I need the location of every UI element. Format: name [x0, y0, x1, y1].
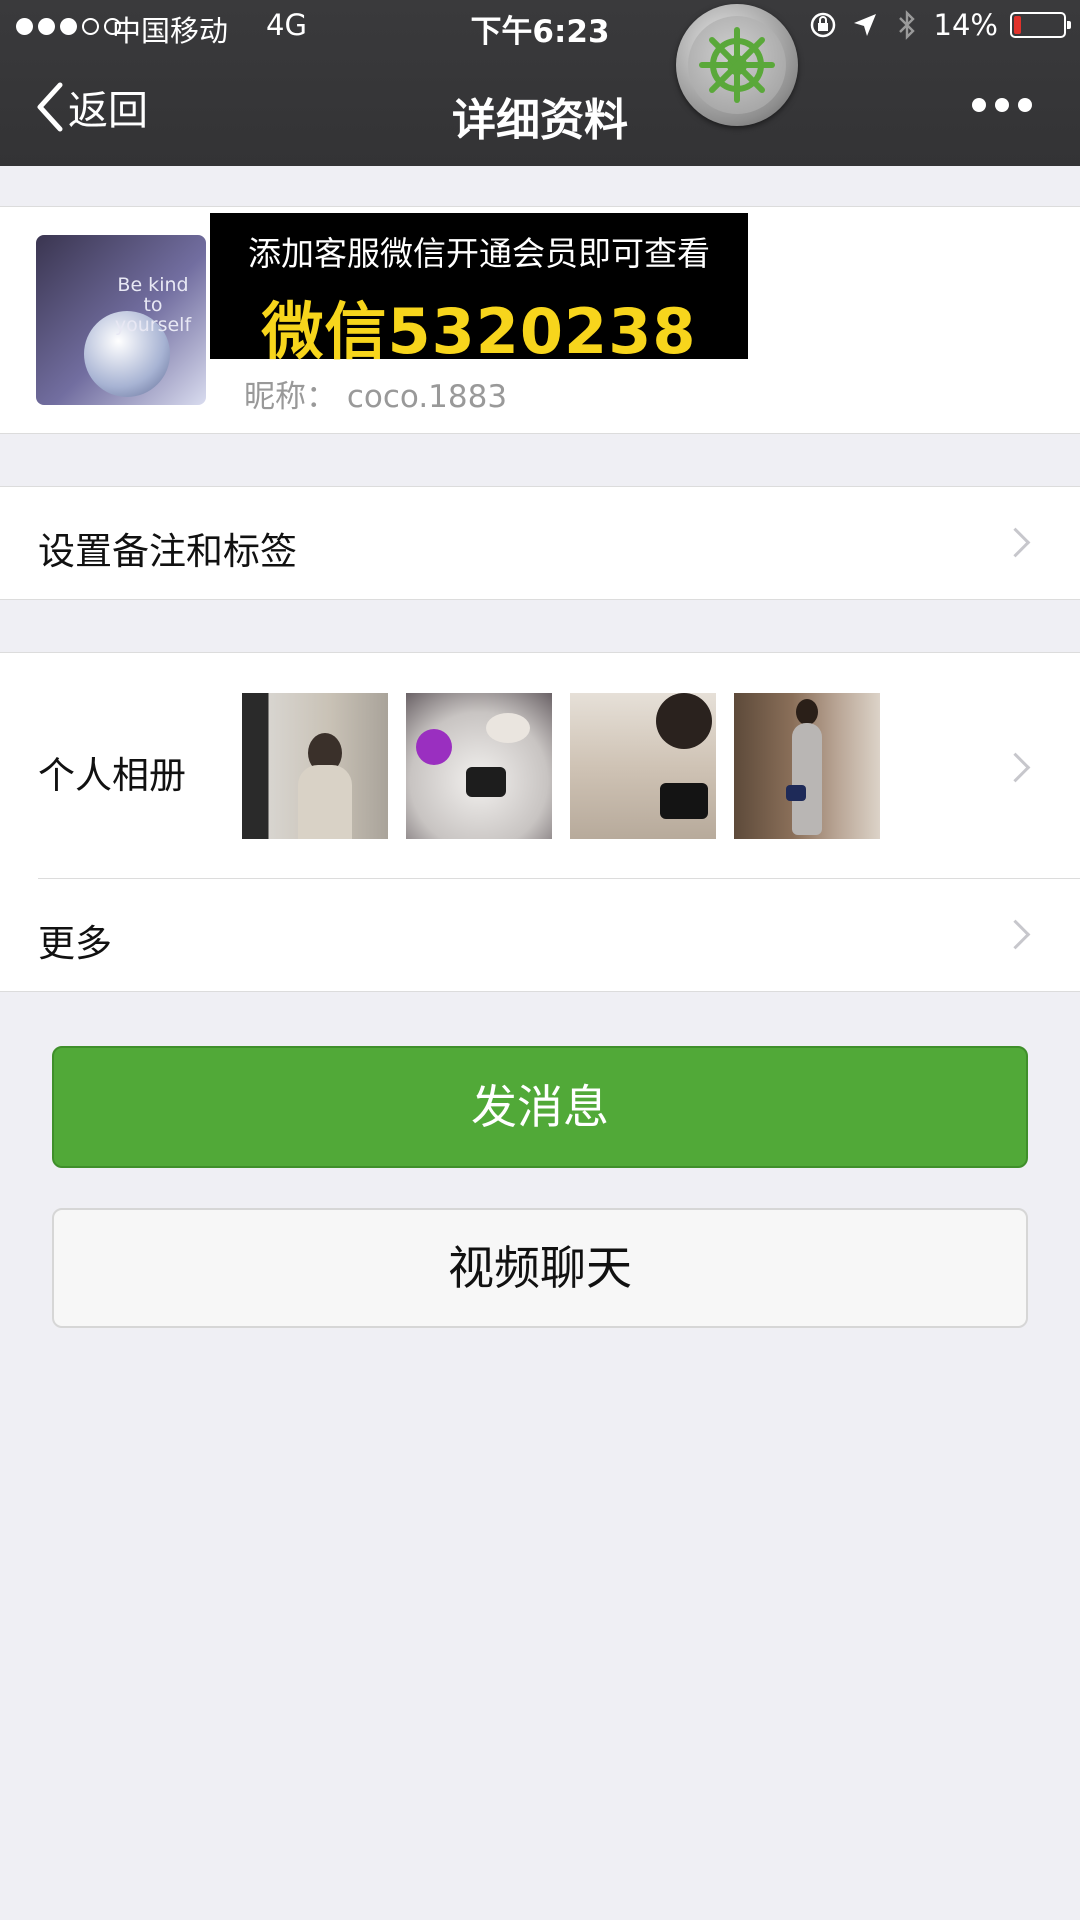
battery-percent: 14% [933, 8, 998, 42]
avatar-caption: Be kind to yourself [114, 274, 192, 336]
more-info-row[interactable]: 更多 [0, 879, 1080, 992]
page-title: 详细资料 [452, 95, 628, 146]
chevron-right-icon [1000, 527, 1031, 558]
album-thumbnails [242, 693, 880, 839]
nickname: 昵称： coco.1883 [244, 379, 508, 415]
set-remark-label: 设置备注和标签 [38, 530, 297, 573]
profile-card: Be kind to yourself 添加客服微信开通会员即可查看 微信532… [0, 206, 1080, 434]
personal-album-row[interactable]: 个人相册 [0, 652, 1080, 879]
avatar[interactable]: Be kind to yourself [36, 235, 206, 405]
battery-icon [1010, 12, 1071, 38]
top-bar: 中国移动 4G 下午6:23 14% 返回 详细资料 [0, 0, 1080, 166]
ship-wheel-icon [699, 27, 775, 103]
ad-banner-line1: 添加客服微信开通会员即可查看 [248, 234, 710, 273]
ad-banner-wechat-id: 微信5320238 [261, 295, 697, 368]
send-message-button[interactable]: 发消息 [52, 1046, 1028, 1168]
status-icons: 14% [808, 8, 1071, 42]
status-bar: 中国移动 4G 下午6:23 14% [0, 0, 1080, 54]
chevron-right-icon [1000, 919, 1031, 950]
assistive-touch-button[interactable] [676, 4, 798, 126]
chevron-right-icon [1000, 752, 1031, 783]
more-options-button[interactable] [972, 98, 1032, 112]
more-info-label: 更多 [38, 922, 112, 965]
ad-banner: 添加客服微信开通会员即可查看 微信5320238 [210, 213, 748, 368]
personal-album-label: 个人相册 [38, 754, 186, 797]
album-thumbnail[interactable] [734, 693, 880, 839]
album-thumbnail[interactable] [406, 693, 552, 839]
orientation-lock-icon [808, 10, 838, 40]
location-arrow-icon [850, 10, 880, 40]
album-thumbnail[interactable] [242, 693, 388, 839]
video-chat-button[interactable]: 视频聊天 [52, 1208, 1028, 1328]
album-thumbnail[interactable] [570, 693, 716, 839]
bluetooth-icon [892, 10, 922, 40]
set-remark-and-tags-row[interactable]: 设置备注和标签 [0, 486, 1080, 600]
navigation-bar: 返回 详细资料 [0, 54, 1080, 166]
